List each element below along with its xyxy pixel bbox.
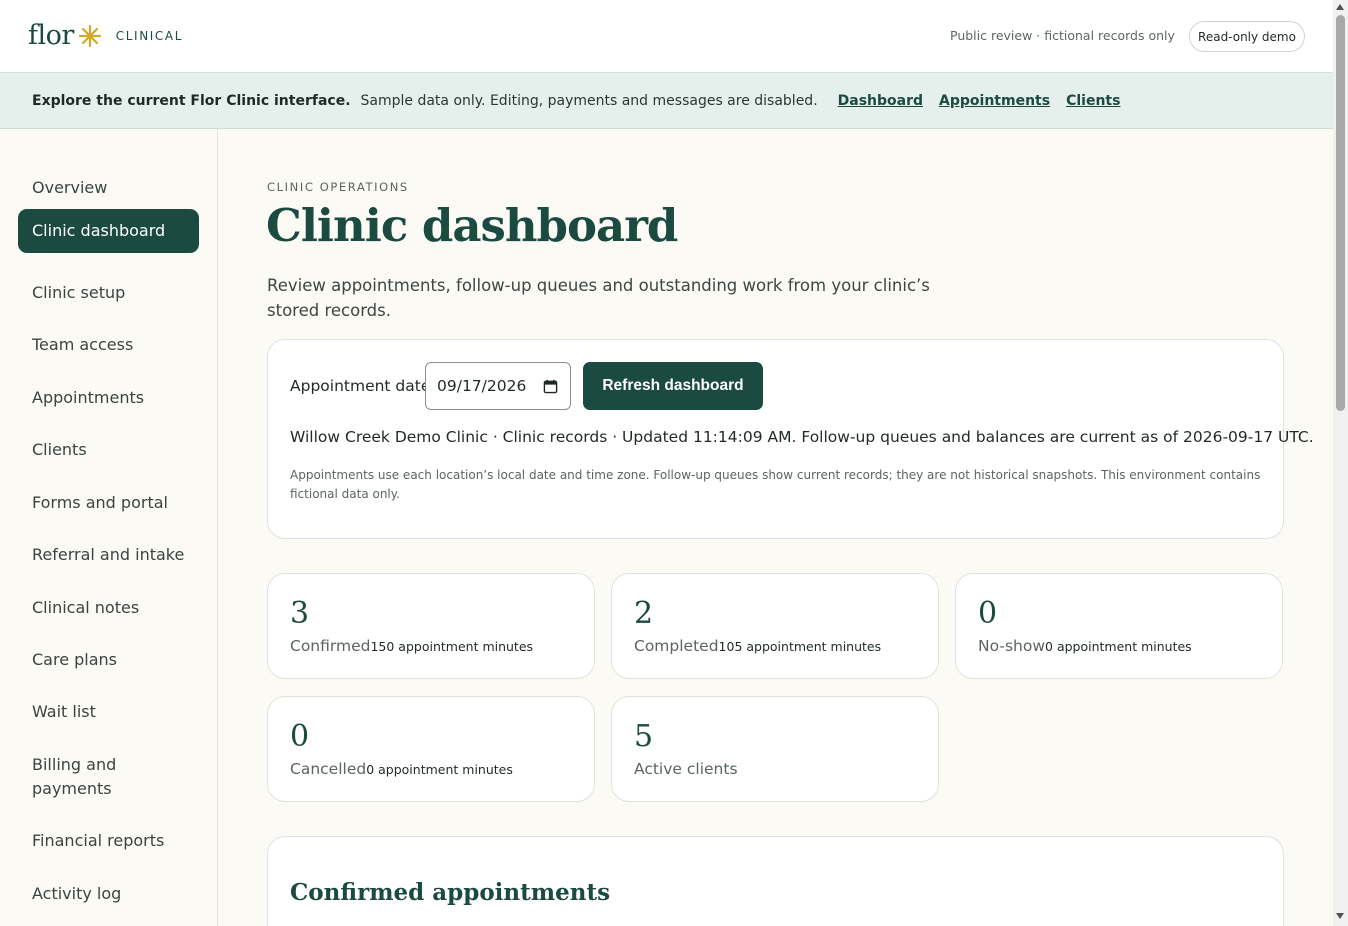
stat-card-active-clients: 5 Active clients: [611, 696, 939, 802]
stat-label: Completed: [634, 637, 719, 655]
stat-value: 2: [634, 596, 654, 631]
scrollbar-thumb[interactable]: [1336, 15, 1345, 411]
appointment-date-input[interactable]: 09/17/2026: [425, 362, 571, 410]
read-only-badge: Read-only demo: [1189, 21, 1305, 52]
appointment-date-value: 09/17/2026: [437, 377, 527, 395]
banner-link-dashboard[interactable]: Dashboard: [838, 93, 923, 109]
scroll-up-arrow-icon[interactable]: [1336, 4, 1344, 10]
stat-label: Active clients: [634, 760, 738, 778]
banner-heading: Explore the current Flor Clinic interfac…: [32, 92, 351, 109]
sidebar-item-activity-log[interactable]: Activity log: [18, 872, 199, 916]
sidebar-item-care-plans[interactable]: Care plans: [18, 638, 199, 682]
section-title: Confirmed appointments: [290, 879, 611, 906]
stat-card-no-show: 0 No-show0 appointment minutes: [955, 573, 1283, 679]
sidebar-item-overview[interactable]: Overview: [18, 166, 199, 210]
sidebar-item-team-access[interactable]: Team access: [18, 323, 199, 367]
stat-label: No-show: [978, 637, 1046, 655]
stat-card-completed: 2 Completed105 appointment minutes: [611, 573, 939, 679]
scroll-down-arrow-icon[interactable]: [1336, 913, 1344, 919]
logo-wordmark: flor: [28, 20, 74, 51]
appointment-date-label: Appointment date: [290, 377, 431, 395]
logo-subtitle: CLINICAL: [115, 28, 183, 43]
sidebar-item-clinic-dashboard[interactable]: Clinic dashboard: [18, 209, 199, 253]
dashboard-filter-card: Appointment date 09/17/2026 Refresh dash…: [267, 339, 1314, 539]
stat-sub: 0 appointment minutes: [366, 762, 513, 777]
top-header: flor CLINICAL Public review · fictional …: [0, 0, 1333, 73]
banner-link-clients[interactable]: Clients: [1066, 93, 1120, 109]
page-title: Clinic dashboard: [266, 199, 678, 252]
stat-value: 0: [978, 596, 998, 631]
sidebar-nav: Overview Clinic dashboard Clinic setup T…: [0, 129, 218, 926]
calendar-icon[interactable]: [543, 379, 558, 394]
page-scrollbar[interactable]: [1333, 0, 1348, 926]
stat-label: Confirmed: [290, 637, 371, 655]
stat-sub: 0 appointment minutes: [1045, 639, 1192, 654]
sparkle-icon: [78, 24, 101, 47]
stat-value: 0: [290, 719, 310, 754]
stat-value: 5: [634, 719, 654, 754]
stat-card-confirmed: 3 Confirmed150 appointment minutes: [267, 573, 595, 679]
sidebar-item-clinic-setup[interactable]: Clinic setup: [18, 271, 199, 315]
sidebar-item-forms-and-portal[interactable]: Forms and portal: [18, 481, 199, 525]
demo-banner: Explore the current Flor Clinic interfac…: [0, 73, 1333, 129]
sidebar-item-billing-and-payments[interactable]: Billing and payments: [18, 743, 148, 811]
sidebar-item-wait-list[interactable]: Wait list: [18, 690, 199, 734]
stat-sub: 105 appointment minutes: [718, 639, 882, 654]
refresh-dashboard-button[interactable]: Refresh dashboard: [583, 362, 763, 410]
banner-link-appointments[interactable]: Appointments: [939, 93, 1050, 109]
sidebar-item-clinical-notes[interactable]: Clinical notes: [18, 586, 199, 630]
page-eyebrow: CLINIC OPERATIONS: [267, 180, 409, 194]
dashboard-fine-print: Appointments use each location’s local d…: [290, 468, 1261, 501]
stat-card-cancelled: 0 Cancelled0 appointment minutes: [267, 696, 595, 802]
header-note: Public review · fictional records only: [950, 28, 1175, 43]
stat-value: 3: [290, 596, 310, 631]
stat-label: Cancelled: [290, 760, 367, 778]
sidebar-item-referral-and-intake[interactable]: Referral and intake: [18, 533, 199, 577]
stat-sub: 150 appointment minutes: [370, 639, 534, 654]
confirmed-appointments-card: Confirmed appointments: [267, 836, 1284, 926]
sidebar-item-appointments[interactable]: Appointments: [18, 376, 199, 420]
sidebar-item-clients[interactable]: Clients: [18, 428, 199, 472]
dashboard-status: Willow Creek Demo Clinic · Clinic record…: [290, 428, 1314, 446]
brand-logo[interactable]: flor CLINICAL: [28, 20, 183, 51]
page-description: Review appointments, follow-up queues an…: [267, 276, 930, 320]
banner-text: Sample data only. Editing, payments and …: [360, 92, 818, 109]
main-content: CLINIC OPERATIONS Clinic dashboard Revie…: [218, 129, 1333, 926]
sidebar-item-financial-reports[interactable]: Financial reports: [18, 819, 199, 863]
